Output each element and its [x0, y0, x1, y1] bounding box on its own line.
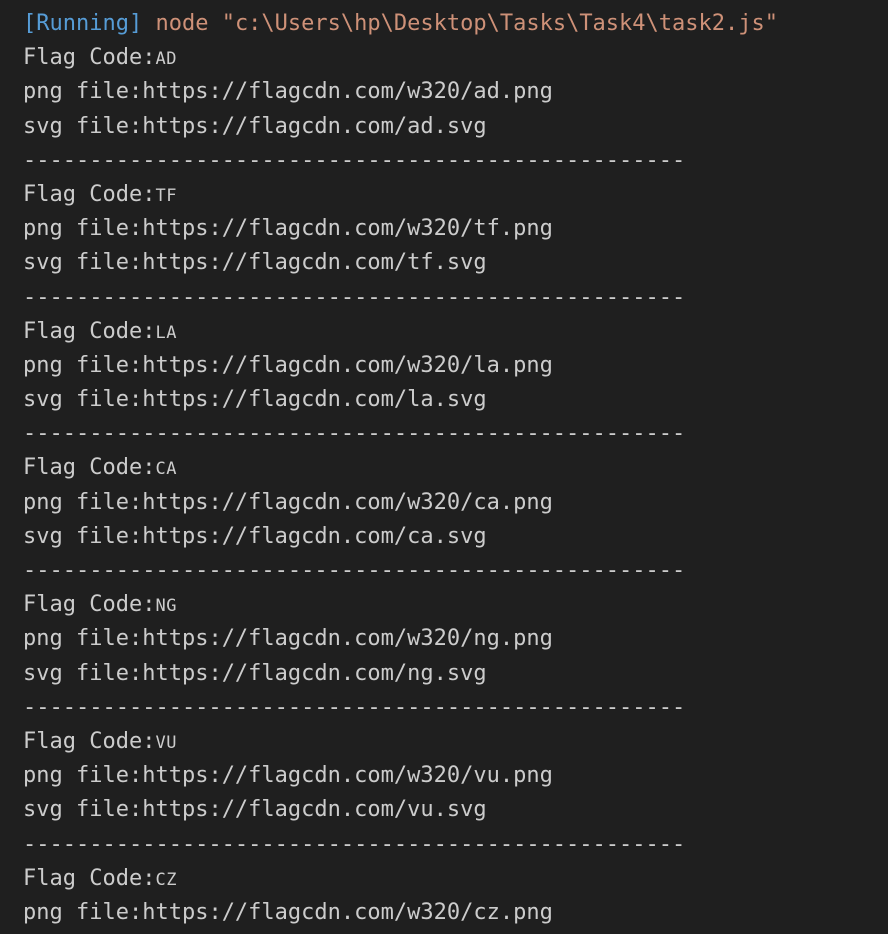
flag-code-line: Flag Code:VU [23, 725, 888, 759]
png-file-label: png file: [23, 763, 143, 789]
png-file-line: png file:https://flagcdn.com/w320/la.png [23, 349, 888, 383]
separator-line: ----------------------------------------… [23, 284, 686, 310]
svg-file-label: svg file: [23, 113, 143, 139]
svg-file-label: svg file: [23, 797, 143, 823]
png-file-line: png file:https://flagcdn.com/w320/tf.png [23, 212, 888, 246]
png-file-url[interactable]: https://flagcdn.com/w320/ca.png [142, 490, 553, 515]
png-file-url[interactable]: https://flagcdn.com/w320/cz.png [142, 900, 553, 925]
svg-file-label: svg file: [23, 523, 143, 549]
png-file-url[interactable]: https://flagcdn.com/w320/tf.png [142, 216, 553, 241]
flag-code-line: Flag Code:TF [23, 178, 888, 212]
png-file-line: png file:https://flagcdn.com/w320/ad.png [23, 75, 888, 109]
png-file-label: png file: [23, 899, 143, 925]
svg-file-label: svg file: [23, 660, 143, 686]
flag-code-line: Flag Code:CZ [23, 862, 888, 896]
png-file-url[interactable]: https://flagcdn.com/w320/la.png [142, 353, 553, 378]
flag-code-label: Flag Code: [23, 45, 156, 71]
flag-code-line: Flag Code:NG [23, 588, 888, 622]
png-file-line: png file:https://flagcdn.com/w320/cz.png [23, 896, 888, 930]
png-file-line: png file:https://flagcdn.com/w320/vu.png [23, 759, 888, 793]
flag-code-label: Flag Code: [23, 318, 156, 344]
svg-file-url[interactable]: https://flagcdn.com/ad.svg [142, 114, 486, 139]
flag-code-value: VU [155, 732, 177, 753]
flag-code-line: Flag Code:LA [23, 315, 888, 349]
flag-code-line: Flag Code:AD [23, 41, 888, 75]
svg-file-line: svg file:https://flagcdn.com/ad.svg [23, 110, 888, 144]
separator-line: ----------------------------------------… [23, 558, 686, 583]
png-file-url[interactable]: https://flagcdn.com/w320/ng.png [142, 626, 553, 651]
svg-file-url[interactable]: https://flagcdn.com/tf.svg [142, 250, 486, 275]
svg-file-line: svg file:https://flagcdn.com/ca.svg [23, 520, 888, 554]
flag-code-label: Flag Code: [23, 592, 156, 618]
png-file-url[interactable]: https://flagcdn.com/w320/ad.png [142, 79, 553, 104]
png-file-label: png file: [23, 352, 143, 378]
svg-file-line: svg file:https://flagcdn.com/la.svg [23, 383, 888, 417]
flag-code-label: Flag Code: [23, 865, 156, 891]
run-header-line: [Running] node "c:\Users\hp\Desktop\Task… [23, 7, 888, 41]
separator-line: ----------------------------------------… [23, 421, 686, 447]
svg-file-label: svg file: [23, 250, 143, 276]
flag-code-label: Flag Code: [23, 455, 156, 481]
svg-file-url[interactable]: https://flagcdn.com/ng.svg [142, 661, 486, 686]
flag-code-value: CZ [155, 869, 177, 890]
svg-file-label: svg file: [23, 387, 143, 413]
png-file-label: png file: [23, 79, 143, 105]
flag-code-value: TF [155, 185, 177, 206]
flag-code-value: LA [155, 322, 177, 343]
png-file-label: png file: [23, 489, 143, 515]
png-file-line: png file:https://flagcdn.com/w320/ca.png [23, 486, 888, 520]
svg-file-line: svg file:https://flagcdn.com/ng.svg [23, 657, 888, 691]
svg-file-line: svg file:https://flagcdn.com/vu.svg [23, 793, 888, 827]
svg-file-url[interactable]: https://flagcdn.com/ca.svg [142, 524, 486, 549]
svg-file-url[interactable]: https://flagcdn.com/vu.svg [142, 797, 486, 822]
separator-line: ----------------------------------------… [23, 147, 686, 173]
flag-code-label: Flag Code: [23, 728, 156, 754]
svg-file-url[interactable]: https://flagcdn.com/la.svg [142, 387, 486, 412]
flag-code-value: AD [155, 49, 177, 70]
png-file-label: png file: [23, 216, 143, 242]
flag-code-value: CA [155, 459, 177, 480]
png-file-label: png file: [23, 626, 143, 652]
separator-line: ----------------------------------------… [23, 694, 686, 720]
running-label: [Running] [23, 11, 143, 36]
flag-code-line: Flag Code:CA [23, 451, 888, 485]
png-file-url[interactable]: https://flagcdn.com/w320/vu.png [142, 763, 553, 788]
png-file-line: png file:https://flagcdn.com/w320/ng.png [23, 622, 888, 656]
run-command: node "c:\Users\hp\Desktop\Tasks\Task4\ta… [155, 11, 778, 36]
flag-code-value: NG [155, 596, 177, 617]
output-panel[interactable]: [Running] node "c:\Users\hp\Desktop\Task… [0, 0, 888, 934]
separator-line: ----------------------------------------… [23, 831, 686, 857]
flag-code-label: Flag Code: [23, 181, 156, 207]
svg-file-line: svg file:https://flagcdn.com/tf.svg [23, 246, 888, 280]
